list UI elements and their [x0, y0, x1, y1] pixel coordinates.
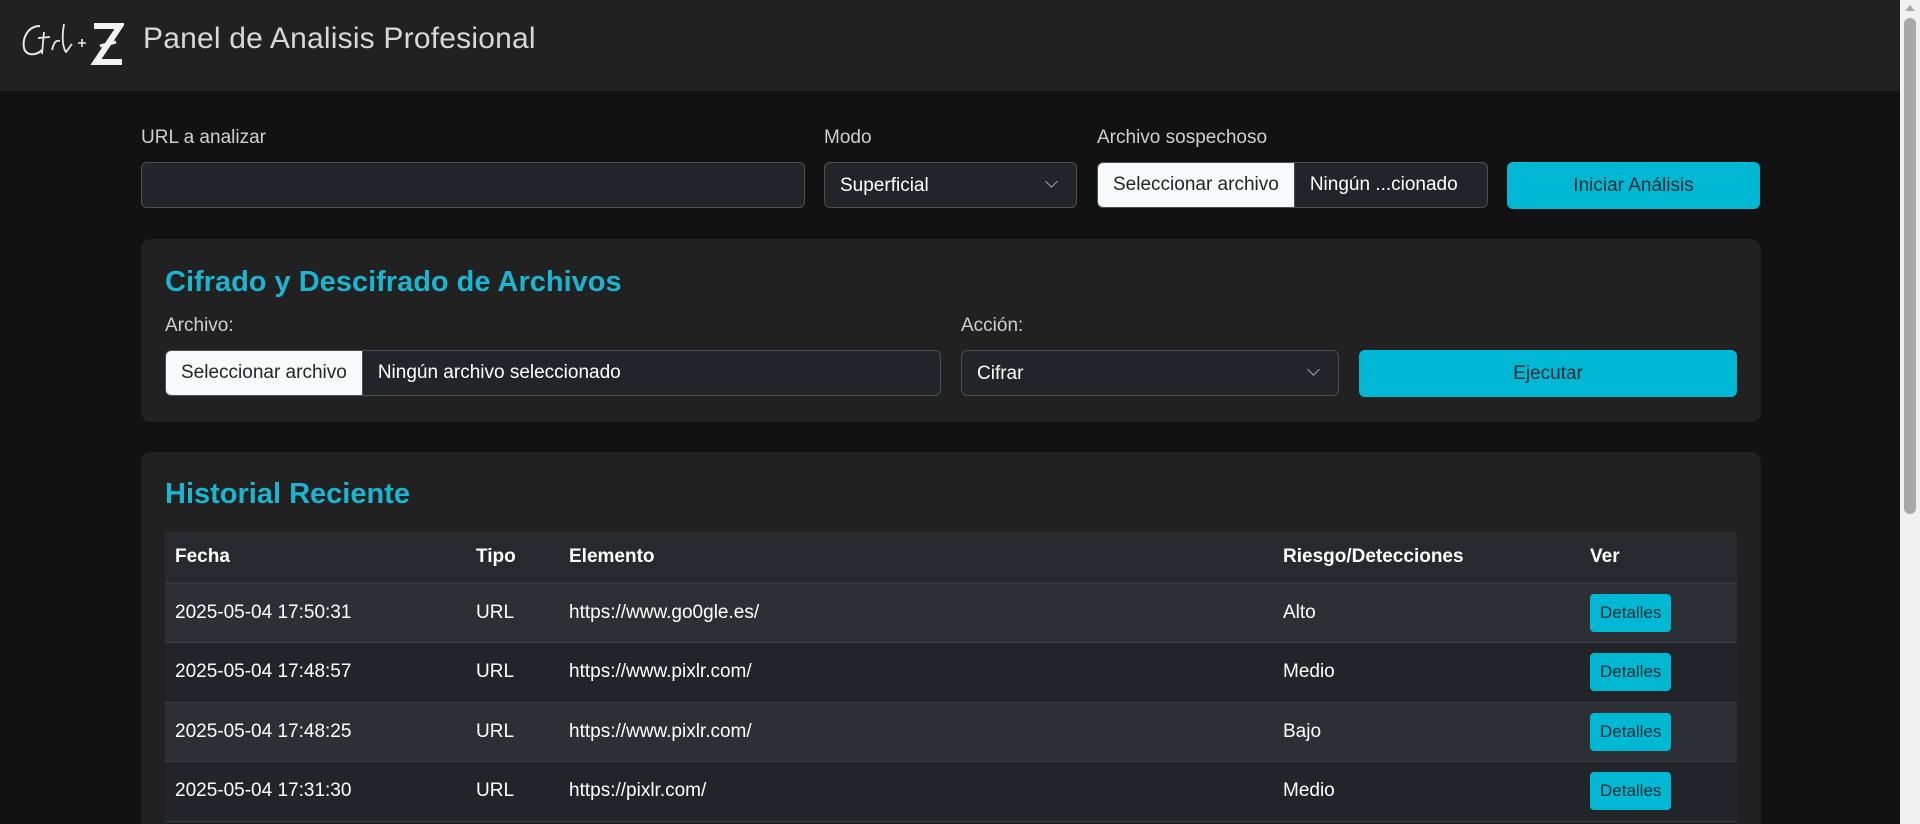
crypto-title: Cifrado y Descifrado de Archivos [165, 266, 622, 298]
crypto-file-input[interactable]: Seleccionar archivo Ningún archivo selec… [165, 350, 941, 396]
crypto-select-file-button[interactable]: Seleccionar archivo [166, 351, 363, 395]
scroll-up-icon[interactable] [1905, 5, 1915, 11]
cell-elemento: https://www.pixlr.com/ [559, 642, 1273, 703]
history-title: Historial Reciente [165, 478, 410, 510]
column-header-riesgo: Riesgo/Detecciones [1273, 532, 1580, 584]
suspicious-file-input[interactable]: Seleccionar archivo Ningún ...cionado [1097, 162, 1488, 208]
app-logo [22, 23, 124, 65]
table-header-row: Fecha Tipo Elemento Riesgo/Detecciones V… [165, 532, 1737, 584]
details-button[interactable]: Detalles [1590, 593, 1672, 632]
action-select-value: Cifrar [977, 363, 1024, 384]
cell-tipo: URL [466, 583, 559, 643]
action-label: Acción: [961, 315, 1024, 336]
cell-riesgo: Bajo [1273, 702, 1580, 762]
cell-riesgo: Medio [1273, 642, 1580, 703]
cell-fecha: 2025-05-04 17:50:31 [165, 583, 466, 643]
history-table: Fecha Tipo Elemento Riesgo/Detecciones V… [165, 532, 1737, 822]
cell-ver: Detalles [1580, 761, 1737, 822]
chevron-down-icon [1045, 175, 1058, 188]
cell-ver: Detalles [1580, 583, 1737, 643]
url-input[interactable] [141, 162, 805, 208]
action-select[interactable]: Cifrar [961, 350, 1339, 396]
column-header-elemento: Elemento [559, 532, 1273, 584]
cell-ver: Detalles [1580, 702, 1737, 762]
details-button[interactable]: Detalles [1590, 653, 1672, 692]
cell-fecha: 2025-05-04 17:48:57 [165, 642, 466, 703]
cell-elemento: https://pixlr.com/ [559, 761, 1273, 822]
cell-fecha: 2025-05-04 17:48:25 [165, 702, 466, 762]
cell-tipo: URL [466, 761, 559, 822]
select-file-button[interactable]: Seleccionar archivo [1098, 163, 1295, 207]
mode-select[interactable]: Superficial [824, 162, 1077, 208]
start-analysis-button[interactable]: Iniciar Análisis [1507, 162, 1760, 209]
scroll-thumb[interactable] [1904, 18, 1916, 514]
details-button[interactable]: Detalles [1590, 712, 1672, 751]
cell-riesgo: Alto [1273, 583, 1580, 643]
column-header-tipo: Tipo [466, 532, 559, 584]
page-scrollbar[interactable] [1900, 0, 1920, 824]
chevron-down-icon [1307, 363, 1320, 376]
cell-elemento: https://www.pixlr.com/ [559, 702, 1273, 762]
file-status: Ningún ...cionado [1309, 174, 1458, 195]
cell-ver: Detalles [1580, 642, 1737, 703]
table-row: 2025-05-04 17:48:25 URL https://www.pixl… [165, 702, 1737, 762]
cell-riesgo: Medio [1273, 761, 1580, 822]
mode-select-value: Superficial [840, 175, 929, 196]
top-bar: Panel de Analisis Profesional [0, 0, 1900, 91]
crypto-file-label: Archivo: [165, 315, 234, 336]
column-header-ver: Ver [1580, 532, 1737, 584]
cell-fecha: 2025-05-04 17:31:30 [165, 761, 466, 822]
execute-button[interactable]: Ejecutar [1359, 350, 1737, 397]
table-row: 2025-05-04 17:50:31 URL https://www.go0g… [165, 583, 1737, 643]
cell-elemento: https://www.go0gle.es/ [559, 583, 1273, 643]
cell-tipo: URL [466, 702, 559, 762]
suspicious-file-label: Archivo sospechoso [1097, 127, 1268, 148]
cell-tipo: URL [466, 642, 559, 703]
details-button[interactable]: Detalles [1590, 772, 1672, 811]
url-label: URL a analizar [141, 127, 266, 148]
mode-label: Modo [824, 127, 872, 148]
crypto-file-status: Ningún archivo seleccionado [377, 362, 621, 383]
table-row: 2025-05-04 17:31:30 URL https://pixlr.co… [165, 761, 1737, 822]
crypto-card: Cifrado y Descifrado de Archivos Archivo… [141, 239, 1761, 422]
page-title: Panel de Analisis Profesional [143, 22, 536, 55]
table-row: 2025-05-04 17:48:57 URL https://www.pixl… [165, 642, 1737, 703]
history-card: Historial Reciente Fecha Tipo Elemento R… [141, 452, 1761, 824]
column-header-fecha: Fecha [165, 532, 466, 584]
